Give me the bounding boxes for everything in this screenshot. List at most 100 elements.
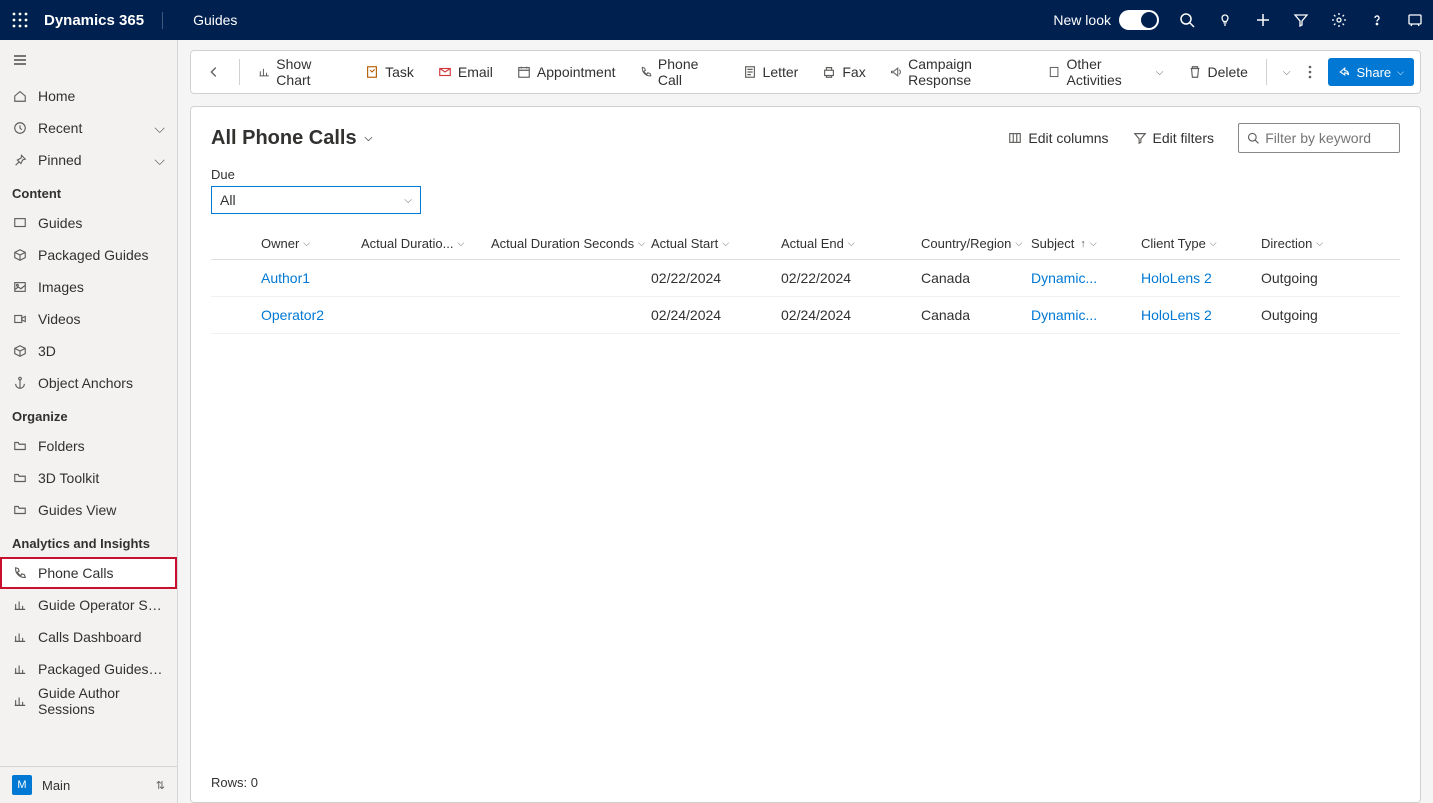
lightbulb-icon[interactable] (1215, 10, 1235, 30)
delete-split-chevron[interactable]: ⌵ (1275, 56, 1297, 88)
sidebar-item-videos[interactable]: Videos (0, 303, 177, 335)
nav-label: 3D Toolkit (38, 470, 99, 486)
col-actual-start[interactable]: Actual Start⌵ (651, 236, 781, 251)
settings-icon[interactable] (1329, 10, 1349, 30)
col-subject[interactable]: Subject↑⌵ (1031, 236, 1141, 251)
view-selector[interactable]: All Phone Calls ⌵ (211, 127, 372, 150)
chevron-down-icon: ⌵ (1283, 67, 1291, 78)
nav-label: Images (38, 279, 84, 295)
task-button[interactable]: Task (355, 56, 424, 88)
help-icon[interactable] (1367, 10, 1387, 30)
cell-country: Canada (921, 307, 1031, 323)
filter-input-wrapper[interactable] (1238, 123, 1400, 153)
new-look-toggle[interactable]: New look (1053, 10, 1159, 30)
col-actual-end[interactable]: Actual End⌵ (781, 236, 921, 251)
col-actual-duration[interactable]: Actual Duratio...⌵ (361, 236, 491, 251)
area-badge: M (12, 775, 32, 795)
guide-icon (12, 215, 28, 231)
app-name[interactable]: Guides (175, 12, 237, 28)
cell-direction: Outgoing (1261, 270, 1341, 286)
filter-input[interactable] (1265, 130, 1391, 146)
filter-icon[interactable] (1291, 10, 1311, 30)
letter-button[interactable]: Letter (733, 56, 809, 88)
sidebar-item-phone-calls[interactable]: Phone Calls (0, 557, 177, 589)
global-header: Dynamics 365 Guides New look (0, 0, 1433, 40)
cell-country: Canada (921, 270, 1031, 286)
search-icon[interactable] (1177, 10, 1197, 30)
other-activities-button[interactable]: Other Activities⌵ (1038, 56, 1173, 88)
delete-button[interactable]: Delete (1178, 56, 1258, 88)
edit-columns-button[interactable]: Edit columns (1008, 130, 1108, 146)
cell-actual-duration-sec (491, 307, 651, 323)
folder-icon (12, 470, 28, 486)
nav-label: Guide Operator Sessi... (38, 597, 165, 613)
table-row[interactable]: Operator2 02/24/2024 02/24/2024 Canada D… (211, 297, 1400, 334)
area-switcher[interactable]: M Main ⇅ (0, 767, 177, 803)
cell-subject[interactable]: Dynamic... (1031, 307, 1141, 323)
grid-header: Owner⌵ Actual Duratio...⌵ Actual Duratio… (211, 228, 1400, 260)
hamburger-icon[interactable] (12, 52, 28, 68)
col-client-type[interactable]: Client Type⌵ (1141, 236, 1261, 251)
new-look-label: New look (1053, 12, 1111, 28)
cell-owner[interactable]: Operator2 (261, 307, 361, 323)
add-icon[interactable] (1253, 10, 1273, 30)
nav-label: 3D (38, 343, 56, 359)
chevron-down-icon: ⌵ (154, 120, 165, 137)
cell-direction: Outgoing (1261, 307, 1341, 323)
app-launcher-icon[interactable] (8, 8, 32, 32)
assistant-icon[interactable] (1405, 10, 1425, 30)
more-commands-button[interactable] (1304, 56, 1316, 88)
chevron-down-icon: ⌵ (154, 152, 165, 169)
cell-subject[interactable]: Dynamic... (1031, 270, 1141, 286)
fax-button[interactable]: Fax (812, 56, 875, 88)
table-row[interactable]: Author1 02/22/2024 02/22/2024 Canada Dyn… (211, 260, 1400, 297)
sidebar-item-3d[interactable]: 3D (0, 335, 177, 367)
expand-icon: ⇅ (156, 779, 165, 792)
sidebar-item-pinned[interactable]: Pinned ⌵ (0, 144, 177, 176)
phone-icon (12, 565, 28, 581)
sidebar-item-guide-operator[interactable]: Guide Operator Sessi... (0, 589, 177, 621)
folder-icon (12, 438, 28, 454)
cell-actual-duration-sec (491, 270, 651, 286)
sidebar-item-recent[interactable]: Recent ⌵ (0, 112, 177, 144)
sidebar-item-packaged-guides-op[interactable]: Packaged Guides Op... (0, 653, 177, 685)
nav-label: Guides View (38, 502, 116, 518)
sidebar-item-calls-dashboard[interactable]: Calls Dashboard (0, 621, 177, 653)
cell-actual-end: 02/24/2024 (781, 307, 921, 323)
sidebar-item-packaged-guides[interactable]: Packaged Guides (0, 239, 177, 271)
appointment-button[interactable]: Appointment (507, 56, 626, 88)
area-label: Main (42, 778, 70, 793)
nav-label: Packaged Guides (38, 247, 149, 263)
command-bar: Show Chart Task Email Appointment Phone … (190, 50, 1421, 94)
sidebar-item-guides-view[interactable]: Guides View (0, 494, 177, 526)
col-actual-duration-seconds[interactable]: Actual Duration Seconds⌵ (491, 236, 651, 251)
edit-filters-button[interactable]: Edit filters (1133, 130, 1214, 146)
show-chart-button[interactable]: Show Chart (248, 56, 351, 88)
cell-client[interactable]: HoloLens 2 (1141, 307, 1261, 323)
col-direction[interactable]: Direction⌵ (1261, 236, 1341, 251)
nav-label: Phone Calls (38, 565, 114, 581)
folder-icon (12, 502, 28, 518)
share-button[interactable]: Share⌵ (1328, 58, 1414, 86)
cell-owner[interactable]: Author1 (261, 270, 361, 286)
email-button[interactable]: Email (428, 56, 503, 88)
sidebar-item-folders[interactable]: Folders (0, 430, 177, 462)
sidebar-item-3d-toolkit[interactable]: 3D Toolkit (0, 462, 177, 494)
brand-title[interactable]: Dynamics 365 (44, 12, 163, 29)
campaign-response-button[interactable]: Campaign Response (880, 56, 1035, 88)
clock-icon (12, 120, 28, 136)
phone-call-button[interactable]: Phone Call (630, 56, 729, 88)
back-button[interactable] (197, 56, 231, 88)
cell-client[interactable]: HoloLens 2 (1141, 270, 1261, 286)
cell-actual-start: 02/22/2024 (651, 270, 781, 286)
sidebar-item-images[interactable]: Images (0, 271, 177, 303)
col-owner[interactable]: Owner⌵ (261, 236, 361, 251)
col-country[interactable]: Country/Region⌵ (921, 236, 1031, 251)
due-select[interactable]: All ⌵ (211, 186, 421, 214)
sidebar-item-guide-author[interactable]: Guide Author Sessions (0, 685, 177, 717)
sidebar-item-guides[interactable]: Guides (0, 207, 177, 239)
nav-label: Packaged Guides Op... (38, 661, 165, 677)
sidebar-item-object-anchors[interactable]: Object Anchors (0, 367, 177, 399)
toggle-switch[interactable] (1119, 10, 1159, 30)
sidebar-item-home[interactable]: Home (0, 80, 177, 112)
